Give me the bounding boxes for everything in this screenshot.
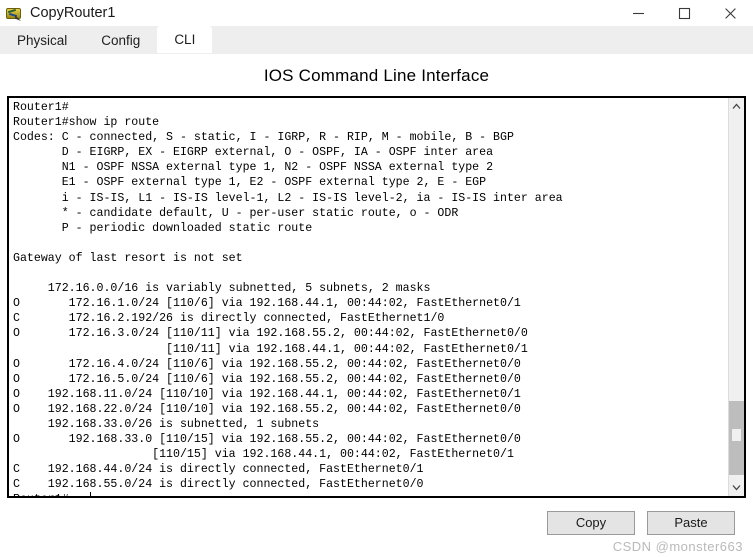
- tab-cli[interactable]: CLI: [157, 26, 213, 53]
- action-button-bar: Copy Paste: [0, 498, 753, 540]
- window-controls: [615, 0, 753, 26]
- terminal-scrollbar[interactable]: [728, 98, 744, 496]
- window-title: CopyRouter1: [30, 5, 116, 21]
- cli-prompt: Router1#: [13, 493, 69, 496]
- window-titlebar: CopyRouter1: [0, 0, 753, 26]
- cli-terminal-panel: Router1# Router1#show ip route Codes: C …: [7, 96, 746, 498]
- maximize-icon: [678, 7, 690, 19]
- page-title: IOS Command Line Interface: [0, 54, 753, 96]
- scrollbar-thumb[interactable]: [729, 401, 744, 475]
- scrollbar-thumb-grip: [732, 429, 741, 441]
- close-icon: [724, 7, 736, 19]
- cli-output-area[interactable]: Router1# Router1#show ip route Codes: C …: [9, 98, 728, 496]
- chevron-down-icon: [732, 485, 741, 491]
- tab-config[interactable]: Config: [84, 28, 158, 53]
- scroll-down-button[interactable]: [729, 479, 744, 496]
- watermark: CSDN @monster663: [612, 539, 743, 554]
- chevron-up-icon: [732, 103, 741, 109]
- scrollbar-track[interactable]: [729, 115, 744, 479]
- paste-button[interactable]: Paste: [647, 511, 735, 535]
- minimize-icon: [632, 12, 644, 14]
- router-icon: [5, 4, 23, 22]
- copy-button[interactable]: Copy: [547, 511, 635, 535]
- maximize-button[interactable]: [661, 0, 707, 26]
- text-cursor: [89, 492, 91, 496]
- cli-output-text: Router1# Router1#show ip route Codes: C …: [13, 101, 563, 492]
- cli-prompt-line: Router1#: [13, 492, 728, 496]
- close-button[interactable]: [707, 0, 753, 26]
- minimize-button[interactable]: [615, 0, 661, 26]
- tab-physical[interactable]: Physical: [0, 28, 85, 53]
- scroll-up-button[interactable]: [729, 98, 744, 115]
- tab-bar: Physical Config CLI: [0, 26, 753, 54]
